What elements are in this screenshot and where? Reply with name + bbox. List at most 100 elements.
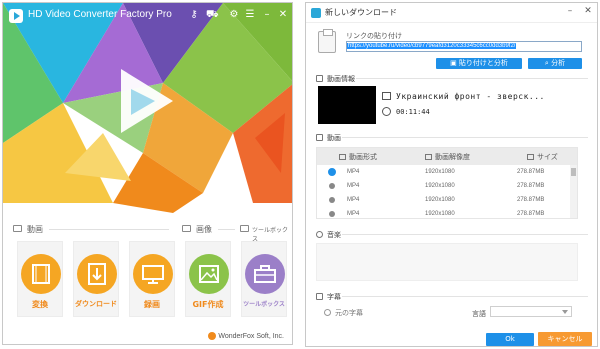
toolbox-icon — [245, 254, 285, 294]
radio-icon[interactable] — [329, 211, 335, 217]
table-row[interactable]: MP4 1920x1080 278.87MB — [317, 165, 577, 179]
section-divider — [342, 234, 588, 235]
toolbox-tile[interactable]: ツールボックス — [241, 241, 287, 317]
left-titlebar: HD Video Converter Factory Pro ⚷ ⛟ ⚙ ☰ –… — [3, 3, 292, 27]
size-header-label: サイズ — [537, 153, 558, 161]
download-icon — [77, 254, 117, 294]
close-icon[interactable]: ✕ — [582, 6, 594, 16]
tile-label: GIF作成 — [192, 300, 224, 309]
row-size: 278.87MB — [517, 183, 545, 189]
ok-button[interactable]: Ok — [486, 333, 534, 346]
app-title: HD Video Converter Factory Pro — [28, 9, 172, 20]
row-resolution: 1920x1080 — [425, 183, 455, 189]
radio-icon[interactable] — [329, 183, 335, 189]
radio-selected-icon[interactable] — [328, 168, 336, 176]
row-size: 278.87MB — [517, 211, 545, 217]
audio-header-label: 音楽 — [327, 231, 341, 239]
url-value: https://youtube.ru/video/cb9779eafd3120c… — [347, 43, 517, 49]
convert-tile[interactable]: 変換 — [17, 241, 63, 317]
tile-label: ダウンロード — [75, 300, 117, 308]
row-resolution: 1920x1080 — [425, 169, 455, 175]
row-size: 278.87MB — [517, 197, 545, 203]
analyze-button[interactable]: ⌕ 分析 — [528, 58, 582, 69]
category-video-label: 動画 — [27, 225, 43, 234]
hero-artwork — [3, 3, 292, 213]
format-column-header: 動画形式 — [339, 152, 377, 162]
table-row[interactable]: MP4 1920x1080 278.87MB — [317, 179, 577, 193]
paste-icon: ▣ — [450, 59, 459, 67]
size-column-header: サイズ — [527, 152, 558, 162]
film-icon — [21, 254, 61, 294]
video-thumbnail — [318, 86, 376, 124]
category-divider — [49, 229, 169, 230]
format-table: 動画形式 動画解像度 サイズ MP4 1920x1080 278.87MB MP… — [316, 147, 578, 219]
row-format: MP4 — [347, 211, 360, 217]
language-label: 言語 — [472, 310, 486, 318]
gif-tile[interactable]: GIF作成 — [185, 241, 231, 317]
table-row[interactable]: MP4 1920x1080 278.87MB — [317, 193, 577, 207]
video-title: Украинский фронт - зверск... — [396, 92, 545, 101]
minimize-icon[interactable]: – — [261, 9, 273, 21]
radio-icon[interactable] — [329, 197, 335, 203]
original-subtitle-option[interactable]: 元の字幕 — [335, 308, 363, 318]
tile-label: ツールボックス — [243, 301, 285, 308]
subtitle-header-label: 字幕 — [327, 293, 341, 301]
radio-icon[interactable] — [324, 309, 331, 316]
section-divider — [342, 137, 588, 138]
app-logo-small-icon — [9, 9, 23, 23]
paste-link-label: リンクの貼り付け — [346, 32, 402, 40]
section-divider — [356, 78, 588, 79]
paste-and-analyze-button[interactable]: ▣ 貼り付けと分析 — [436, 58, 522, 69]
table-row[interactable]: MP4 1920x1080 278.87MB — [317, 207, 577, 218]
url-input[interactable]: https://youtube.ru/video/cb9779eafd3120c… — [346, 41, 582, 52]
gear-icon[interactable]: ⚙ — [228, 9, 240, 21]
close-icon[interactable]: ✕ — [277, 9, 289, 21]
section-divider — [342, 296, 588, 297]
row-format: MP4 — [347, 183, 360, 189]
list-icon[interactable]: ☰ — [244, 9, 256, 21]
video-category-icon — [13, 225, 22, 232]
category-image-label: 画像 — [196, 225, 212, 234]
new-download-dialog: 新しいダウンロード – ✕ リンクの貼り付け https://youtube.r… — [305, 2, 598, 347]
company-footer: WonderFox Soft, Inc. — [208, 332, 284, 340]
tile-label: 録画 — [144, 300, 160, 309]
video-info-header-label: 動画情報 — [327, 75, 355, 83]
monitor-icon — [133, 254, 173, 294]
company-name: WonderFox Soft, Inc. — [218, 332, 284, 340]
title-icon — [382, 92, 391, 100]
dialog-titlebar: 新しいダウンロード – ✕ — [306, 3, 597, 23]
toolbox-category-icon — [240, 225, 249, 232]
row-resolution: 1920x1080 — [425, 211, 455, 217]
paste-and-analyze-label: 貼り付けと分析 — [458, 59, 508, 67]
format-icon — [339, 154, 346, 160]
clock-icon — [382, 107, 391, 116]
video-header-label: 動画 — [327, 134, 341, 142]
row-format: MP4 — [347, 197, 360, 203]
record-tile[interactable]: 録画 — [129, 241, 175, 317]
dialog-title: 新しいダウンロード — [325, 8, 397, 17]
audio-list — [316, 243, 578, 281]
resolution-column-header: 動画解像度 — [425, 152, 470, 162]
format-header-label: 動画形式 — [349, 153, 377, 161]
row-resolution: 1920x1080 — [425, 197, 455, 203]
info-icon — [316, 75, 323, 82]
resolution-icon — [425, 154, 432, 160]
tile-label: 変換 — [32, 300, 48, 309]
row-size: 278.87MB — [517, 169, 545, 175]
analyze-label: 分析 — [551, 59, 566, 67]
download-tile[interactable]: ダウンロード — [73, 241, 119, 317]
wonderfox-logo-icon — [208, 332, 217, 340]
table-scroll-thumb[interactable] — [571, 168, 576, 176]
minimize-icon[interactable]: – — [564, 6, 576, 16]
dialog-logo-icon — [311, 8, 321, 18]
video-duration: 00:11:44 — [396, 108, 430, 116]
row-format: MP4 — [347, 169, 360, 175]
key-icon[interactable]: ⚷ — [188, 9, 200, 21]
cart-icon[interactable]: ⛟ — [206, 9, 219, 21]
subtitle-icon — [316, 293, 323, 300]
cancel-button[interactable]: キャンセル — [538, 332, 592, 346]
size-icon — [527, 154, 534, 160]
language-select[interactable] — [490, 306, 572, 317]
converter-main-window: HD Video Converter Factory Pro ⚷ ⛟ ⚙ ☰ –… — [2, 2, 293, 345]
category-divider — [218, 229, 235, 230]
